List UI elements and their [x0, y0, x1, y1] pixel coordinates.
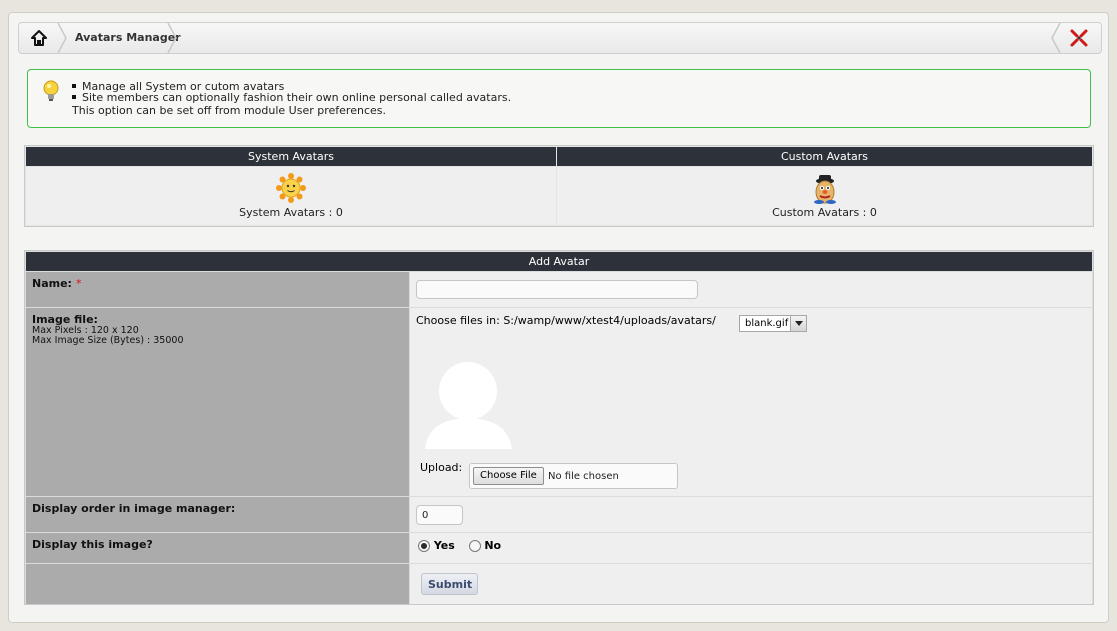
- form-title: Add Avatar: [26, 252, 1092, 271]
- submit-cell: Submit: [410, 564, 1092, 604]
- choose-files-label: Choose files in: S:/wamp/www/xtest4/uplo…: [416, 314, 716, 327]
- chevron-down-icon: [790, 316, 806, 331]
- display-yes-radio[interactable]: [418, 540, 430, 552]
- display-order-label: Display order in image manager:: [32, 502, 236, 515]
- display-order-cell: [410, 497, 1092, 532]
- name-label: Name:: [32, 277, 72, 290]
- close-icon: [1070, 29, 1088, 47]
- add-avatar-form: Add Avatar Name: * Image file: Max Pixels…: [24, 250, 1094, 605]
- system-avatars-count: System Avatars : 0: [239, 206, 343, 219]
- custom-avatars-count: Custom Avatars : 0: [772, 206, 877, 219]
- display-image-label: Display this image?: [32, 538, 153, 551]
- main-frame: Avatars Manager Manage all System or cut…: [8, 12, 1109, 623]
- name-label-cell: Name: *: [26, 272, 409, 307]
- avatars-summary-table: System Avatars Custom Avatars System Ava…: [24, 145, 1094, 227]
- no-file-text: No file chosen: [548, 471, 619, 482]
- max-size-text: Max Image Size (Bytes) : 35000: [32, 335, 184, 346]
- breadcrumb-separator: [57, 23, 67, 53]
- choose-file-button[interactable]: Choose File: [473, 467, 544, 485]
- close-button[interactable]: [1057, 23, 1101, 53]
- upload-label: Upload:: [420, 461, 463, 474]
- mr-potato-icon: [813, 175, 836, 204]
- tips-item: Site members can optionally fashion thei…: [72, 92, 511, 103]
- image-file-cell: Choose files in: S:/wamp/www/xtest4/uplo…: [410, 308, 1092, 496]
- lightbulb-icon: [43, 80, 59, 101]
- display-order-input[interactable]: [416, 505, 463, 525]
- home-button[interactable]: [19, 23, 59, 53]
- breadcrumb-current[interactable]: Avatars Manager: [75, 23, 181, 53]
- submit-label-cell: [26, 564, 409, 604]
- image-file-label-cell: Image file: Max Pixels : 120 x 120 Max I…: [26, 308, 409, 496]
- name-input[interactable]: [416, 280, 698, 299]
- tips-list: Manage all System or cutom avatars Site …: [72, 81, 511, 103]
- breadcrumb: Avatars Manager: [18, 22, 1102, 54]
- avatar-preview-image: [425, 362, 512, 449]
- breadcrumb-separator: [167, 23, 177, 53]
- display-yes-label: Yes: [433, 539, 455, 552]
- file-upload-field[interactable]: Choose File No file chosen: [469, 463, 678, 489]
- system-avatars-header: System Avatars: [26, 147, 556, 166]
- required-mark: *: [75, 277, 82, 290]
- sun-icon: [276, 173, 306, 203]
- display-no-radio[interactable]: [468, 540, 481, 552]
- name-input-cell: [410, 272, 1092, 307]
- system-avatars-cell[interactable]: System Avatars : 0: [26, 167, 556, 225]
- display-order-label-cell: Display order in image manager:: [26, 497, 409, 532]
- display-no-label: No: [484, 539, 502, 552]
- avatar-file-selected: blank.gif: [745, 318, 789, 329]
- display-image-cell: Yes No: [410, 533, 1092, 563]
- display-image-label-cell: Display this image?: [26, 533, 409, 563]
- tips-note: This option can be set off from module U…: [72, 104, 386, 117]
- home-icon: [31, 30, 47, 46]
- tips-box: Manage all System or cutom avatars Site …: [27, 69, 1091, 128]
- avatar-file-select[interactable]: blank.gif: [739, 315, 807, 332]
- submit-button[interactable]: Submit: [421, 573, 478, 595]
- custom-avatars-cell[interactable]: Custom Avatars : 0: [557, 167, 1092, 225]
- custom-avatars-header: Custom Avatars: [557, 147, 1092, 166]
